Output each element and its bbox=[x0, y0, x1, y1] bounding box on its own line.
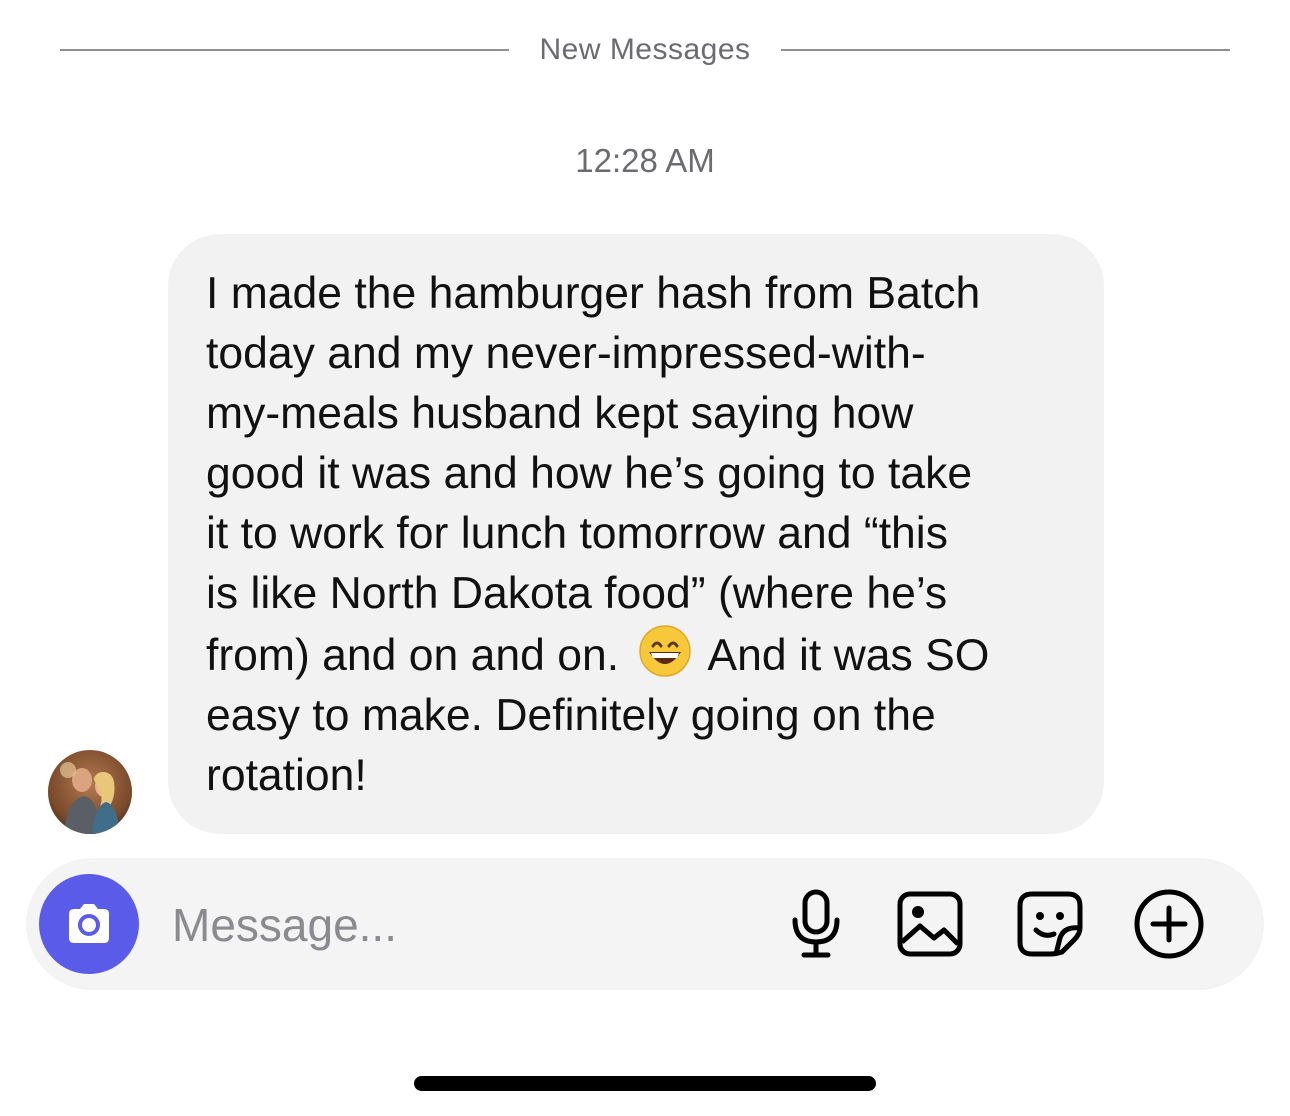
message-input[interactable] bbox=[170, 892, 774, 958]
message-composer bbox=[26, 858, 1264, 990]
message-timestamp: 12:28 AM bbox=[575, 142, 715, 179]
new-messages-divider: New Messages bbox=[60, 24, 1231, 76]
divider-line-left bbox=[60, 49, 510, 51]
chat-screen: New Messages 12:28 AM I made the hamburg… bbox=[0, 0, 1290, 1116]
gallery-button[interactable] bbox=[892, 886, 968, 962]
camera-button[interactable] bbox=[39, 874, 139, 974]
plus-icon bbox=[1134, 889, 1204, 959]
home-indicator[interactable] bbox=[414, 1076, 876, 1091]
sticker-button[interactable] bbox=[1012, 886, 1088, 962]
message-bubble[interactable]: I made the hamburger hash from Batch tod… bbox=[168, 234, 1104, 834]
message-text: I made the hamburger hash from Batch tod… bbox=[206, 264, 1068, 806]
more-options-button[interactable] bbox=[1131, 886, 1207, 962]
microphone-icon bbox=[792, 889, 840, 958]
sticker-icon bbox=[1017, 891, 1083, 957]
avatar-photo bbox=[48, 750, 132, 834]
grinning-face-emoji-icon bbox=[638, 625, 691, 677]
microphone-button[interactable] bbox=[778, 886, 854, 962]
avatar[interactable] bbox=[48, 750, 132, 834]
divider-line-right bbox=[780, 49, 1231, 51]
camera-icon bbox=[69, 904, 109, 943]
gallery-icon bbox=[897, 891, 963, 957]
new-messages-label: New Messages bbox=[539, 33, 751, 66]
message-text-part1: I made the hamburger hash from Batch tod… bbox=[206, 269, 981, 680]
